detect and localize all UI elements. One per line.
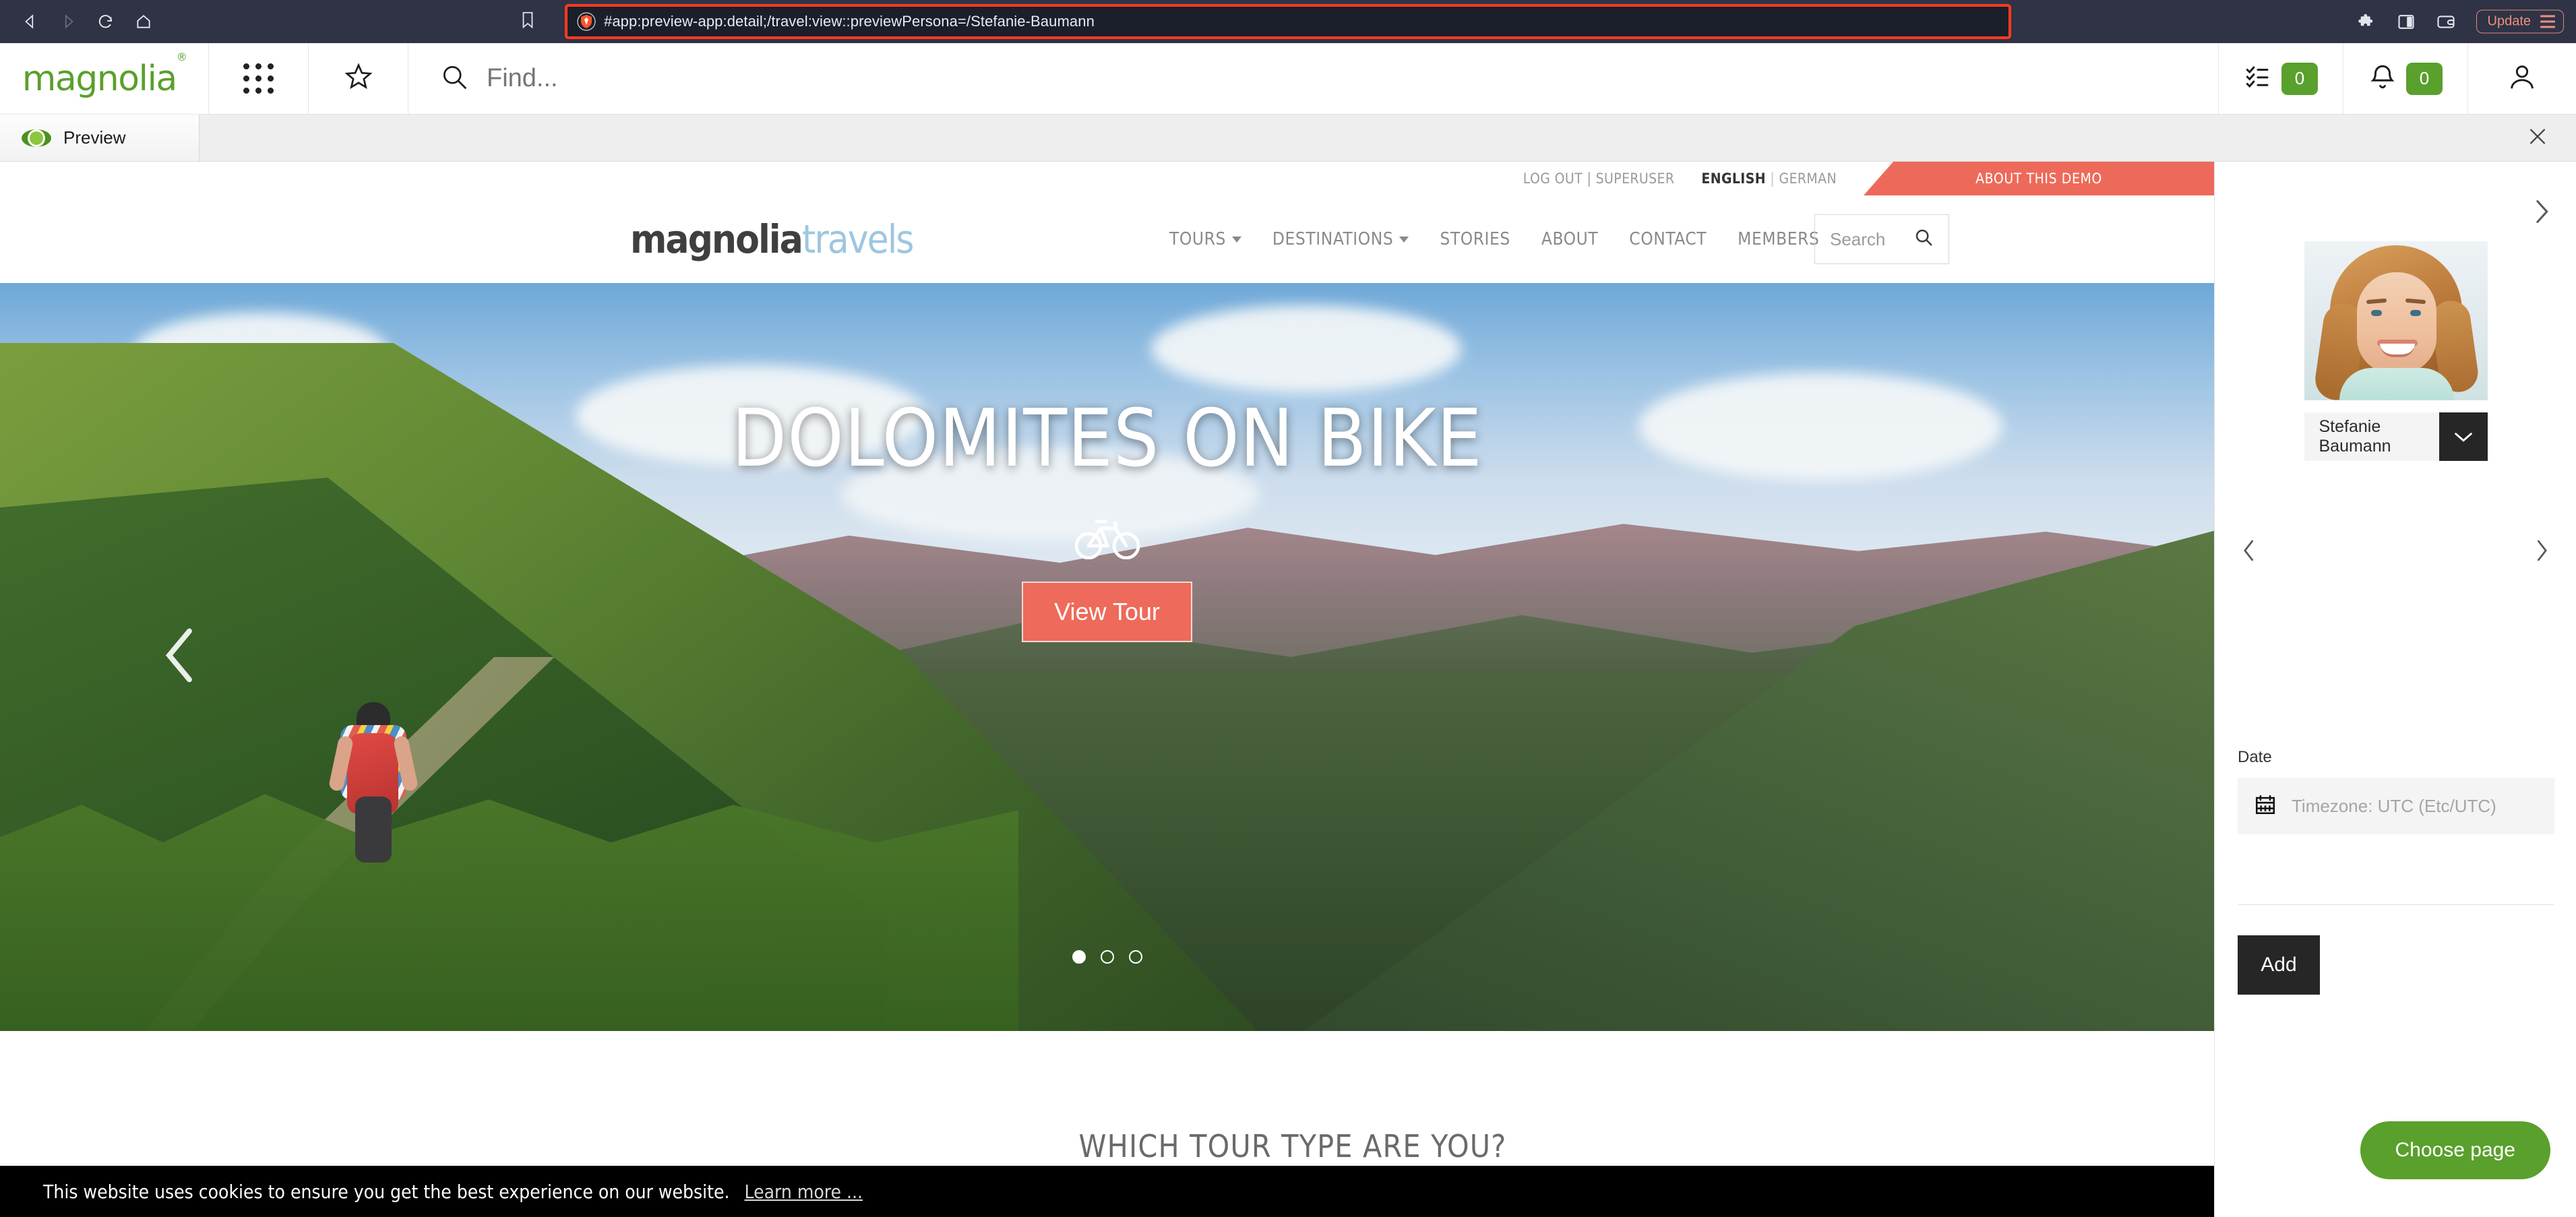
carousel-dot-3[interactable] bbox=[1128, 950, 1142, 964]
date-input[interactable]: Timezone: UTC (Etc/UTC) bbox=[2238, 778, 2554, 834]
hero-title: DOLOMITES ON BIKE bbox=[731, 392, 1483, 485]
search-icon[interactable] bbox=[1913, 227, 1934, 252]
chevron-down-icon bbox=[1399, 236, 1409, 243]
url-text: #app:preview-app:detail;/travel:view::pr… bbox=[604, 13, 1095, 30]
find-bar[interactable] bbox=[408, 43, 2219, 114]
forward-arrow-icon[interactable] bbox=[58, 11, 78, 32]
date-field-group: Date Timezone: UTC (Etc/UTC) bbox=[2238, 748, 2554, 834]
close-x-icon[interactable] bbox=[2526, 125, 2549, 151]
persona-name: Stefanie Baumann bbox=[2304, 412, 2439, 461]
apps-grid-icon bbox=[243, 63, 274, 94]
site-main-nav: TOURS DESTINATIONS STORIES ABOUT CONTACT… bbox=[1169, 229, 1819, 249]
back-arrow-icon[interactable] bbox=[20, 11, 40, 32]
magnolia-admin-header: magnolia® 0 0 bbox=[0, 43, 2576, 115]
magnolia-logo[interactable]: magnolia® bbox=[0, 43, 209, 114]
nav-item-contact[interactable]: CONTACT bbox=[1629, 229, 1707, 249]
user-menu-button[interactable] bbox=[2468, 43, 2576, 114]
site-utility-bar: LOG OUT | SUPERUSER ENGLISH | GERMAN ABO… bbox=[0, 162, 2214, 195]
magnolia-logo-text: magnolia bbox=[22, 58, 178, 99]
apps-grid-button[interactable] bbox=[209, 43, 309, 114]
nav-item-destinations[interactable]: DESTINATIONS bbox=[1272, 229, 1409, 249]
sidebar-collapse-chevron-right-icon[interactable] bbox=[2530, 198, 2553, 228]
user-avatar-icon bbox=[2507, 61, 2538, 96]
carousel-dot-2[interactable] bbox=[1100, 950, 1114, 964]
site-logo-secondary: travels bbox=[801, 216, 915, 262]
nav-label: TOURS bbox=[1169, 229, 1226, 249]
nav-item-members[interactable]: MEMBERS bbox=[1738, 229, 1819, 249]
notifications-button[interactable]: 0 bbox=[2343, 43, 2468, 114]
tab-preview[interactable]: Preview bbox=[0, 115, 200, 161]
app-tab-strip: Preview bbox=[0, 115, 2576, 162]
tour-type-heading: WHICH TOUR TYPE ARE YOU? bbox=[1078, 1128, 1507, 1164]
favorites-button[interactable] bbox=[309, 43, 408, 114]
add-button[interactable]: Add bbox=[2238, 935, 2320, 995]
persona-dropdown-chevron-down-icon[interactable] bbox=[2439, 412, 2488, 461]
trademark-symbol: ® bbox=[176, 50, 187, 63]
cookie-consent-bar: This website uses cookies to ensure you … bbox=[0, 1166, 2214, 1217]
notifications-count-badge: 0 bbox=[2406, 62, 2443, 95]
persona-selector: Stefanie Baumann bbox=[2215, 241, 2576, 461]
sidebar-panel-icon[interactable] bbox=[2397, 12, 2416, 31]
previewed-website: LOG OUT | SUPERUSER ENGLISH | GERMAN ABO… bbox=[0, 162, 2214, 1217]
hamburger-menu-icon[interactable] bbox=[2540, 15, 2555, 28]
persona-dropdown[interactable]: Stefanie Baumann bbox=[2304, 412, 2488, 461]
bookmark-icon[interactable] bbox=[519, 11, 536, 33]
search-icon bbox=[439, 62, 469, 95]
cookie-learn-more-link[interactable]: Learn more ... bbox=[745, 1181, 863, 1203]
preview-settings-sidebar: Stefanie Baumann Date Timezone: UTC (Etc… bbox=[2214, 162, 2576, 1217]
reload-icon[interactable] bbox=[96, 11, 116, 32]
site-search-placeholder: Search bbox=[1830, 228, 1886, 249]
puzzle-extensions-icon[interactable] bbox=[2358, 12, 2376, 31]
wallet-icon[interactable] bbox=[2436, 12, 2456, 31]
carousel-dot-1[interactable] bbox=[1072, 950, 1086, 964]
tasks-button[interactable]: 0 bbox=[2219, 43, 2343, 114]
persona-prev-chevron-left-icon[interactable] bbox=[2240, 539, 2258, 565]
carousel-prev-icon[interactable] bbox=[155, 623, 204, 691]
carousel-dots bbox=[1072, 950, 1142, 964]
eye-preview-icon bbox=[22, 129, 51, 147]
address-bar[interactable]: #app:preview-app:detail;/travel:view::pr… bbox=[565, 4, 2011, 39]
date-placeholder: Timezone: UTC (Etc/UTC) bbox=[2292, 795, 2496, 816]
site-header: magnoliatravels TOURS DESTINATIONS STORI… bbox=[0, 195, 2214, 283]
tab-preview-label: Preview bbox=[63, 127, 126, 148]
cookie-message: This website uses cookies to ensure you … bbox=[43, 1180, 730, 1203]
browser-right-controls: Update bbox=[2358, 9, 2564, 34]
about-this-demo-ribbon[interactable]: ABOUT THIS DEMO bbox=[1864, 162, 2214, 195]
nav-item-about[interactable]: ABOUT bbox=[1541, 229, 1598, 249]
bicycle-icon bbox=[1074, 515, 1140, 563]
language-german[interactable]: GERMAN bbox=[1779, 170, 1837, 187]
language-separator: | bbox=[1770, 170, 1775, 187]
home-icon[interactable] bbox=[133, 11, 154, 32]
star-favorites-icon bbox=[343, 61, 374, 96]
site-logo-primary: magnolia bbox=[630, 216, 803, 262]
update-button[interactable]: Update bbox=[2476, 9, 2564, 34]
date-label: Date bbox=[2238, 748, 2272, 766]
site-search-box[interactable]: Search bbox=[1814, 214, 1949, 264]
find-input[interactable] bbox=[487, 64, 2088, 93]
tasks-checklist-icon bbox=[2244, 63, 2272, 94]
logout-link[interactable]: LOG OUT | SUPERUSER bbox=[1523, 170, 1675, 187]
nav-item-tours[interactable]: TOURS bbox=[1169, 229, 1241, 249]
browser-toolbar: #app:preview-app:detail;/travel:view::pr… bbox=[0, 0, 2576, 43]
hero-carousel: DOLOMITES ON BIKE View Tour bbox=[0, 283, 2214, 1031]
choose-page-button[interactable]: Choose page bbox=[2360, 1121, 2550, 1179]
brave-shield-icon[interactable] bbox=[577, 12, 596, 31]
nav-item-stories[interactable]: STORIES bbox=[1440, 229, 1510, 249]
chevron-down-icon bbox=[1231, 236, 1241, 243]
bell-notifications-icon bbox=[2368, 63, 2397, 94]
language-switcher: ENGLISH | GERMAN bbox=[1701, 170, 1837, 187]
sidebar-divider bbox=[2238, 904, 2554, 905]
tasks-count-badge: 0 bbox=[2281, 62, 2318, 95]
language-english[interactable]: ENGLISH bbox=[1701, 170, 1766, 187]
view-tour-button[interactable]: View Tour bbox=[1022, 582, 1192, 643]
persona-next-chevron-right-icon[interactable] bbox=[2533, 539, 2550, 565]
site-logo[interactable]: magnoliatravels bbox=[630, 216, 915, 262]
update-label: Update bbox=[2487, 13, 2532, 29]
persona-avatar-photo bbox=[2304, 241, 2488, 400]
browser-nav-buttons bbox=[20, 11, 154, 32]
preview-stage: LOG OUT | SUPERUSER ENGLISH | GERMAN ABO… bbox=[0, 162, 2576, 1217]
calendar-icon[interactable] bbox=[2254, 793, 2277, 819]
nav-label: DESTINATIONS bbox=[1272, 229, 1394, 249]
